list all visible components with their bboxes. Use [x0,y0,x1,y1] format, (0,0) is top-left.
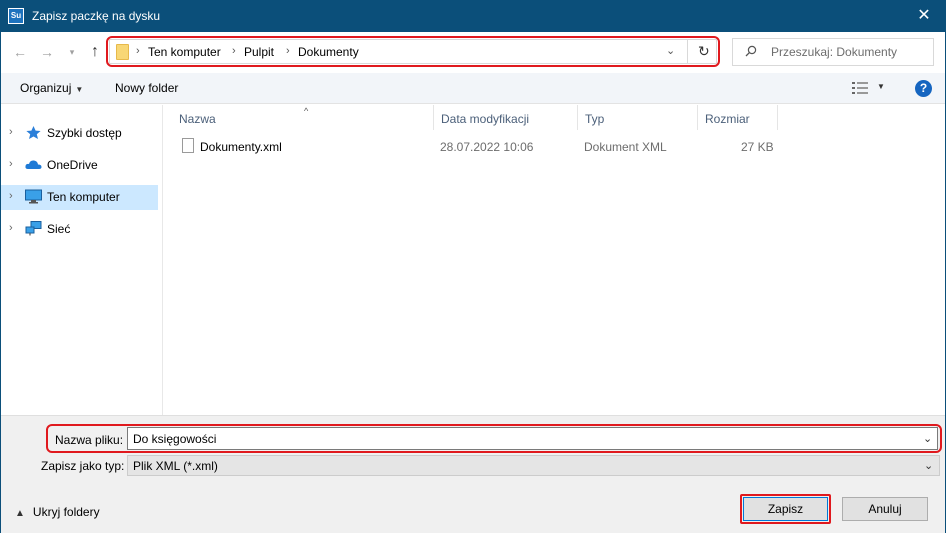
help-icon[interactable]: ? [915,80,932,97]
recent-locations-button[interactable]: ▾ [63,43,81,61]
file-size: 27 KB [741,140,774,154]
column-header-name-label: Nazwa [179,112,216,126]
filetype-value: Plik XML (*.xml) [133,459,218,473]
file-name[interactable]: Dokumenty.xml [200,140,282,154]
address-highlight [106,36,720,67]
organize-label: Organizuj [20,81,72,95]
save-dialog: Su Zapisz paczkę na dysku ✕ ← → ▾ ↑ › Te… [0,0,946,533]
caret-down-icon: ▼ [75,85,84,94]
nav-item-network[interactable]: › Sieć [1,217,158,242]
computer-icon [25,189,42,204]
column-divider[interactable] [777,105,778,130]
arrow-right-icon: → [40,44,54,60]
search-icon [745,45,757,57]
filename-dropdown-chevron-icon[interactable]: ⌄ [923,432,932,445]
nav-label-network: Sieć [47,222,71,236]
arrow-up-icon: ↑ [91,43,99,60]
file-modified: 28.07.2022 10:06 [440,140,534,154]
view-caret-icon[interactable]: ▼ [877,82,885,91]
filename-input[interactable] [127,427,938,450]
filetype-select[interactable]: Plik XML (*.xml) ⌄ [127,455,940,476]
filename-label: Nazwa pliku: [55,433,124,447]
chevron-down-icon: ▾ [69,47,75,57]
expand-chevron-icon[interactable]: › [9,222,13,234]
filetype-label: Zapisz jako typ: [41,459,125,473]
search-box[interactable] [732,38,934,66]
column-header-type[interactable]: Typ [577,110,697,132]
window-title: Zapisz paczkę na dysku [32,9,161,23]
nav-item-onedrive[interactable]: › OneDrive [1,153,158,178]
network-icon [25,221,42,236]
filetype-dropdown-chevron-icon: ⌄ [924,460,934,472]
save-options-panel: Nazwa pliku: ⌄ Zapisz jako typ: Plik XML… [1,415,945,533]
close-button[interactable]: ✕ [913,5,935,27]
back-button[interactable]: ← [11,43,29,61]
forward-button[interactable]: → [38,43,56,61]
sort-ascending-icon: ^ [304,106,309,116]
cancel-button[interactable]: Anuluj [842,497,928,521]
column-header-name[interactable]: Nazwa ^ [171,106,433,132]
column-header-modified[interactable]: Data modyfikacji [433,110,577,132]
nav-label-this-pc: Ten komputer [47,190,120,204]
toolbar: Organizuj ▼ Nowy folder ▼ ? [1,73,945,104]
hide-folders-button[interactable]: ▲ Ukryj foldery [15,505,100,519]
file-list: Nazwa ^ Data modyfikacji Typ Rozmiar Dok… [164,105,944,415]
search-input[interactable] [771,45,931,59]
app-icon: Su [8,8,24,24]
expand-chevron-icon[interactable]: › [9,126,13,138]
nav-label-onedrive: OneDrive [47,158,98,172]
nav-item-this-pc[interactable]: › Ten komputer [1,185,158,210]
save-button[interactable]: Zapisz [743,497,828,521]
expand-chevron-icon[interactable]: › [9,190,13,202]
nav-item-quick-access[interactable]: › Szybki dostęp [1,121,158,146]
star-icon [26,126,41,139]
cloud-icon [25,160,42,169]
title-bar: Su Zapisz paczkę na dysku ✕ [1,1,945,32]
expand-chevron-icon[interactable]: › [9,158,13,170]
hide-folders-label: Ukryj foldery [32,505,100,519]
organize-button[interactable]: Organizuj ▼ [20,81,83,95]
arrow-left-icon: ← [13,44,27,60]
up-button[interactable]: ↑ [86,43,104,61]
column-header-size[interactable]: Rozmiar [697,110,777,132]
file-type: Dokument XML [584,140,667,154]
navigation-pane: › Szybki dostęp › OneDrive › Ten kompute… [1,105,163,415]
caret-up-icon: ▲ [15,508,25,519]
new-folder-button[interactable]: Nowy folder [115,81,178,95]
view-options-icon[interactable] [852,82,868,94]
file-icon [182,138,194,153]
nav-label-quick-access: Szybki dostęp [47,126,122,140]
